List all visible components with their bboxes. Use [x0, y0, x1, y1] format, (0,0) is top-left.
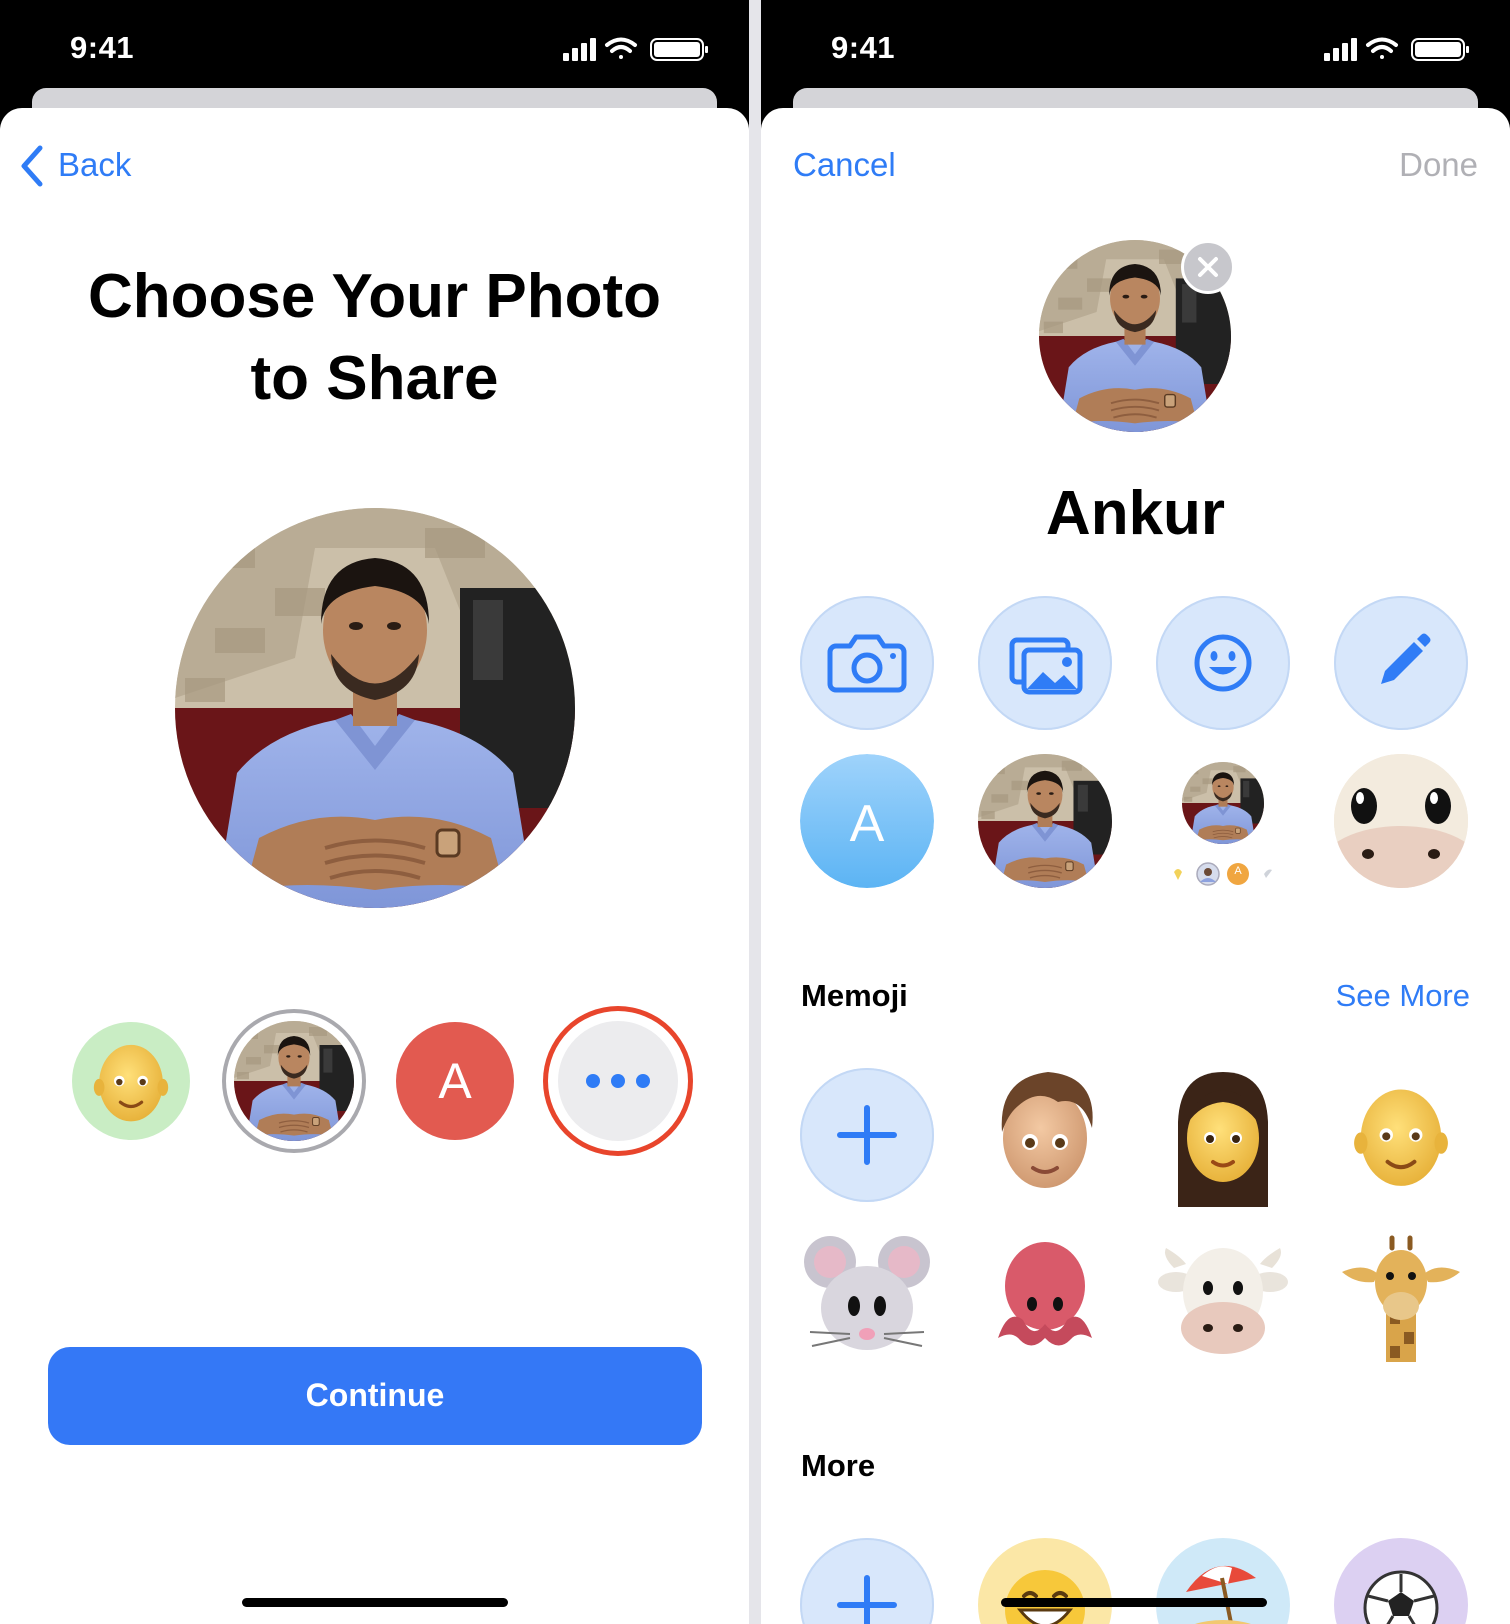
- memoji-giraffe[interactable]: [1334, 1228, 1468, 1362]
- photos-icon: [1009, 637, 1083, 695]
- monogram-initial: A: [438, 1053, 472, 1109]
- suggestion-monogram-initial: A: [849, 795, 885, 853]
- suggestion-cow[interactable]: [1334, 754, 1468, 888]
- status-bar: 9:41: [0, 0, 749, 100]
- memoji-bald-icon: [1334, 1068, 1468, 1202]
- suggestion-photo-small[interactable]: A: [1156, 754, 1290, 888]
- memoji-octopus[interactable]: [978, 1228, 1112, 1362]
- small-badge-initial: A: [1234, 865, 1242, 877]
- photos-button[interactable]: [978, 596, 1112, 730]
- suggestion-photo[interactable]: [978, 754, 1112, 888]
- photo-option-thumbnail: [234, 1021, 354, 1141]
- remove-photo-button[interactable]: [1181, 240, 1235, 294]
- contact-name: Ankur: [1045, 479, 1226, 548]
- camera-icon: [827, 634, 907, 693]
- mouse-icon: [804, 1236, 930, 1350]
- continue-button[interactable]: Continue: [48, 1347, 702, 1445]
- pencil-icon: [1381, 633, 1431, 684]
- home-indicator: [1001, 1598, 1267, 1607]
- status-icons: [563, 37, 708, 61]
- memoji-woman-icon: [1178, 1072, 1268, 1207]
- add-memoji-button[interactable]: [800, 1068, 934, 1202]
- left-phone-screen: 9:41 Back Choose Your Photo to Share A C…: [0, 0, 749, 1624]
- close-icon: [1198, 257, 1218, 277]
- more-options-button[interactable]: [543, 1006, 693, 1156]
- selected-photo-preview: [175, 508, 575, 908]
- continue-label: Continue: [305, 1377, 445, 1413]
- small-photo-thumbnail: [1182, 762, 1264, 844]
- octopus-icon: [998, 1242, 1092, 1346]
- ellipsis-icon: [586, 1074, 650, 1088]
- chevron-left-icon: [21, 145, 43, 187]
- memoji-option[interactable]: [72, 1022, 190, 1140]
- more-section-header: More: [801, 1448, 876, 1483]
- page-dots-icon: [1174, 862, 1272, 886]
- page-title: Choose Your Photo to Share: [40, 256, 709, 420]
- home-indicator: [242, 1598, 508, 1607]
- status-time: 9:41: [831, 30, 896, 65]
- memoji-section-header: Memoji: [801, 978, 908, 1013]
- memoji-woman[interactable]: [1156, 1062, 1290, 1207]
- emoji-button[interactable]: [1156, 596, 1290, 730]
- memoji-face-icon: [92, 1043, 170, 1123]
- suggestion-monogram[interactable]: A: [800, 754, 934, 888]
- cancel-button[interactable]: Cancel: [793, 146, 896, 184]
- memoji-bald[interactable]: [1334, 1068, 1468, 1202]
- more-options-circle: [558, 1021, 678, 1141]
- battery-icon: [650, 38, 708, 61]
- status-time: 9:41: [70, 30, 135, 65]
- title-line-1: Choose Your Photo: [88, 262, 661, 331]
- status-icons: [1324, 37, 1469, 61]
- emoji-icon: [1194, 634, 1252, 692]
- monogram-option[interactable]: A: [396, 1022, 514, 1140]
- done-button[interactable]: Done: [1399, 146, 1478, 184]
- title-line-2: to Share: [250, 344, 499, 413]
- status-bar: 9:41: [761, 0, 1510, 100]
- cellular-signal-icon: [563, 38, 596, 61]
- wifi-icon: [1366, 37, 1398, 59]
- cow-icon: [1158, 1248, 1288, 1354]
- memoji-boy[interactable]: [978, 1062, 1112, 1202]
- back-label: Back: [58, 146, 132, 183]
- add-more-button[interactable]: [800, 1538, 934, 1624]
- plus-icon: [837, 1575, 897, 1624]
- divider: [749, 0, 761, 1624]
- plus-icon: [837, 1105, 897, 1165]
- memoji-mouse[interactable]: [800, 1228, 934, 1362]
- see-more-link[interactable]: See More: [1336, 978, 1470, 1014]
- giraffe-icon: [1342, 1235, 1460, 1362]
- edit-button[interactable]: [1334, 596, 1468, 730]
- wifi-icon: [605, 37, 637, 59]
- camera-button[interactable]: [800, 596, 934, 730]
- cellular-signal-icon: [1324, 38, 1357, 61]
- memoji-boy-icon: [1001, 1072, 1093, 1188]
- cow-face-icon: [1334, 754, 1468, 888]
- memoji-cow[interactable]: [1156, 1228, 1290, 1362]
- right-phone-screen: 9:41 Cancel Done Ankur A A Memoji See Mo…: [761, 0, 1510, 1624]
- battery-icon: [1411, 38, 1469, 61]
- photo-option[interactable]: [222, 1009, 366, 1153]
